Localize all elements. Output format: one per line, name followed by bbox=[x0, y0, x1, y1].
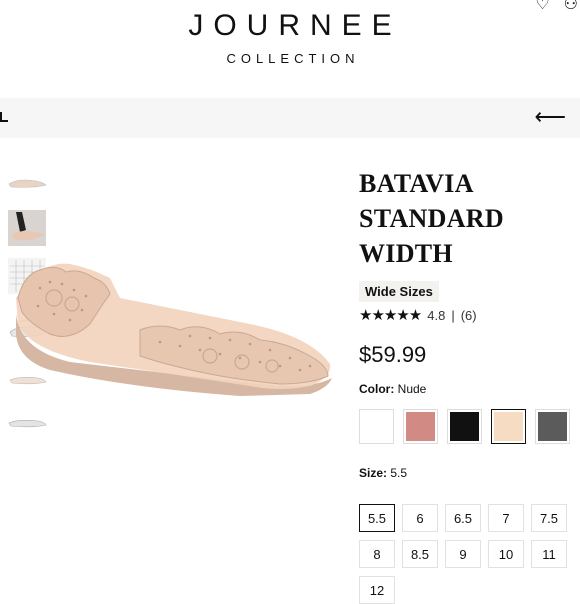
swatch-rose[interactable] bbox=[403, 409, 438, 444]
size-option[interactable]: 8.5 bbox=[402, 540, 438, 568]
color-row: Color: Nude bbox=[359, 382, 579, 396]
brand-title[interactable]: JOURNEE bbox=[10, 10, 580, 42]
color-swatches bbox=[359, 409, 579, 444]
price: $59.99 bbox=[359, 342, 427, 367]
color-value: Nude bbox=[397, 382, 427, 396]
arrow-left-icon[interactable]: ⟵ bbox=[534, 106, 566, 128]
thumbnail-1[interactable] bbox=[6, 168, 48, 198]
rating-row[interactable]: ★★★★★ 4.8 | (6) bbox=[359, 306, 579, 324]
product-title-line-2: STANDARD bbox=[359, 204, 504, 233]
star-rating-icon: ★★★★★ bbox=[359, 307, 422, 324]
size-option[interactable]: 5.5 bbox=[359, 504, 395, 532]
size-value: 5.5 bbox=[390, 466, 408, 480]
size-option[interactable]: 10 bbox=[488, 540, 524, 568]
product-title-line-1: BATAVIA bbox=[359, 169, 474, 198]
size-option[interactable]: 12 bbox=[359, 576, 395, 604]
rating-value: 4.8 bbox=[427, 307, 446, 323]
size-option[interactable]: 7 bbox=[488, 504, 524, 532]
size-option[interactable]: 6 bbox=[402, 504, 438, 532]
size-label: Size: bbox=[359, 466, 388, 480]
product-title: BATAVIA STANDARD WIDTH bbox=[359, 166, 579, 271]
wide-sizes-badge: Wide Sizes bbox=[359, 281, 439, 302]
navigation-bar: ⟵ bbox=[0, 98, 580, 138]
size-option[interactable]: 11 bbox=[531, 540, 567, 568]
swatch-white[interactable] bbox=[359, 409, 394, 444]
size-option[interactable]: 9 bbox=[445, 540, 481, 568]
size-option[interactable]: 6.5 bbox=[445, 504, 481, 532]
menu-corner-icon[interactable] bbox=[0, 112, 8, 122]
swatch-grey[interactable] bbox=[535, 409, 570, 444]
rating-separator: | bbox=[451, 307, 455, 323]
size-row: Size: 5.5 bbox=[359, 466, 579, 480]
swatch-black[interactable] bbox=[447, 409, 482, 444]
size-option[interactable]: 8 bbox=[359, 540, 395, 568]
review-count[interactable]: (6) bbox=[461, 308, 477, 323]
swatch-nude[interactable] bbox=[491, 409, 526, 444]
product-title-line-3: WIDTH bbox=[359, 239, 453, 268]
brand-header: JOURNEE COLLECTION bbox=[0, 10, 580, 67]
size-grid: 5.5 6 6.5 7 7.5 8 8.5 9 10 11 12 bbox=[359, 504, 579, 604]
product-image[interactable] bbox=[10, 238, 340, 418]
color-label: Color: bbox=[359, 382, 395, 396]
product-info: BATAVIA STANDARD WIDTH Wide Sizes ★★★★★ … bbox=[359, 166, 579, 604]
size-option[interactable]: 7.5 bbox=[531, 504, 567, 532]
brand-subtitle: COLLECTION bbox=[226, 51, 360, 66]
